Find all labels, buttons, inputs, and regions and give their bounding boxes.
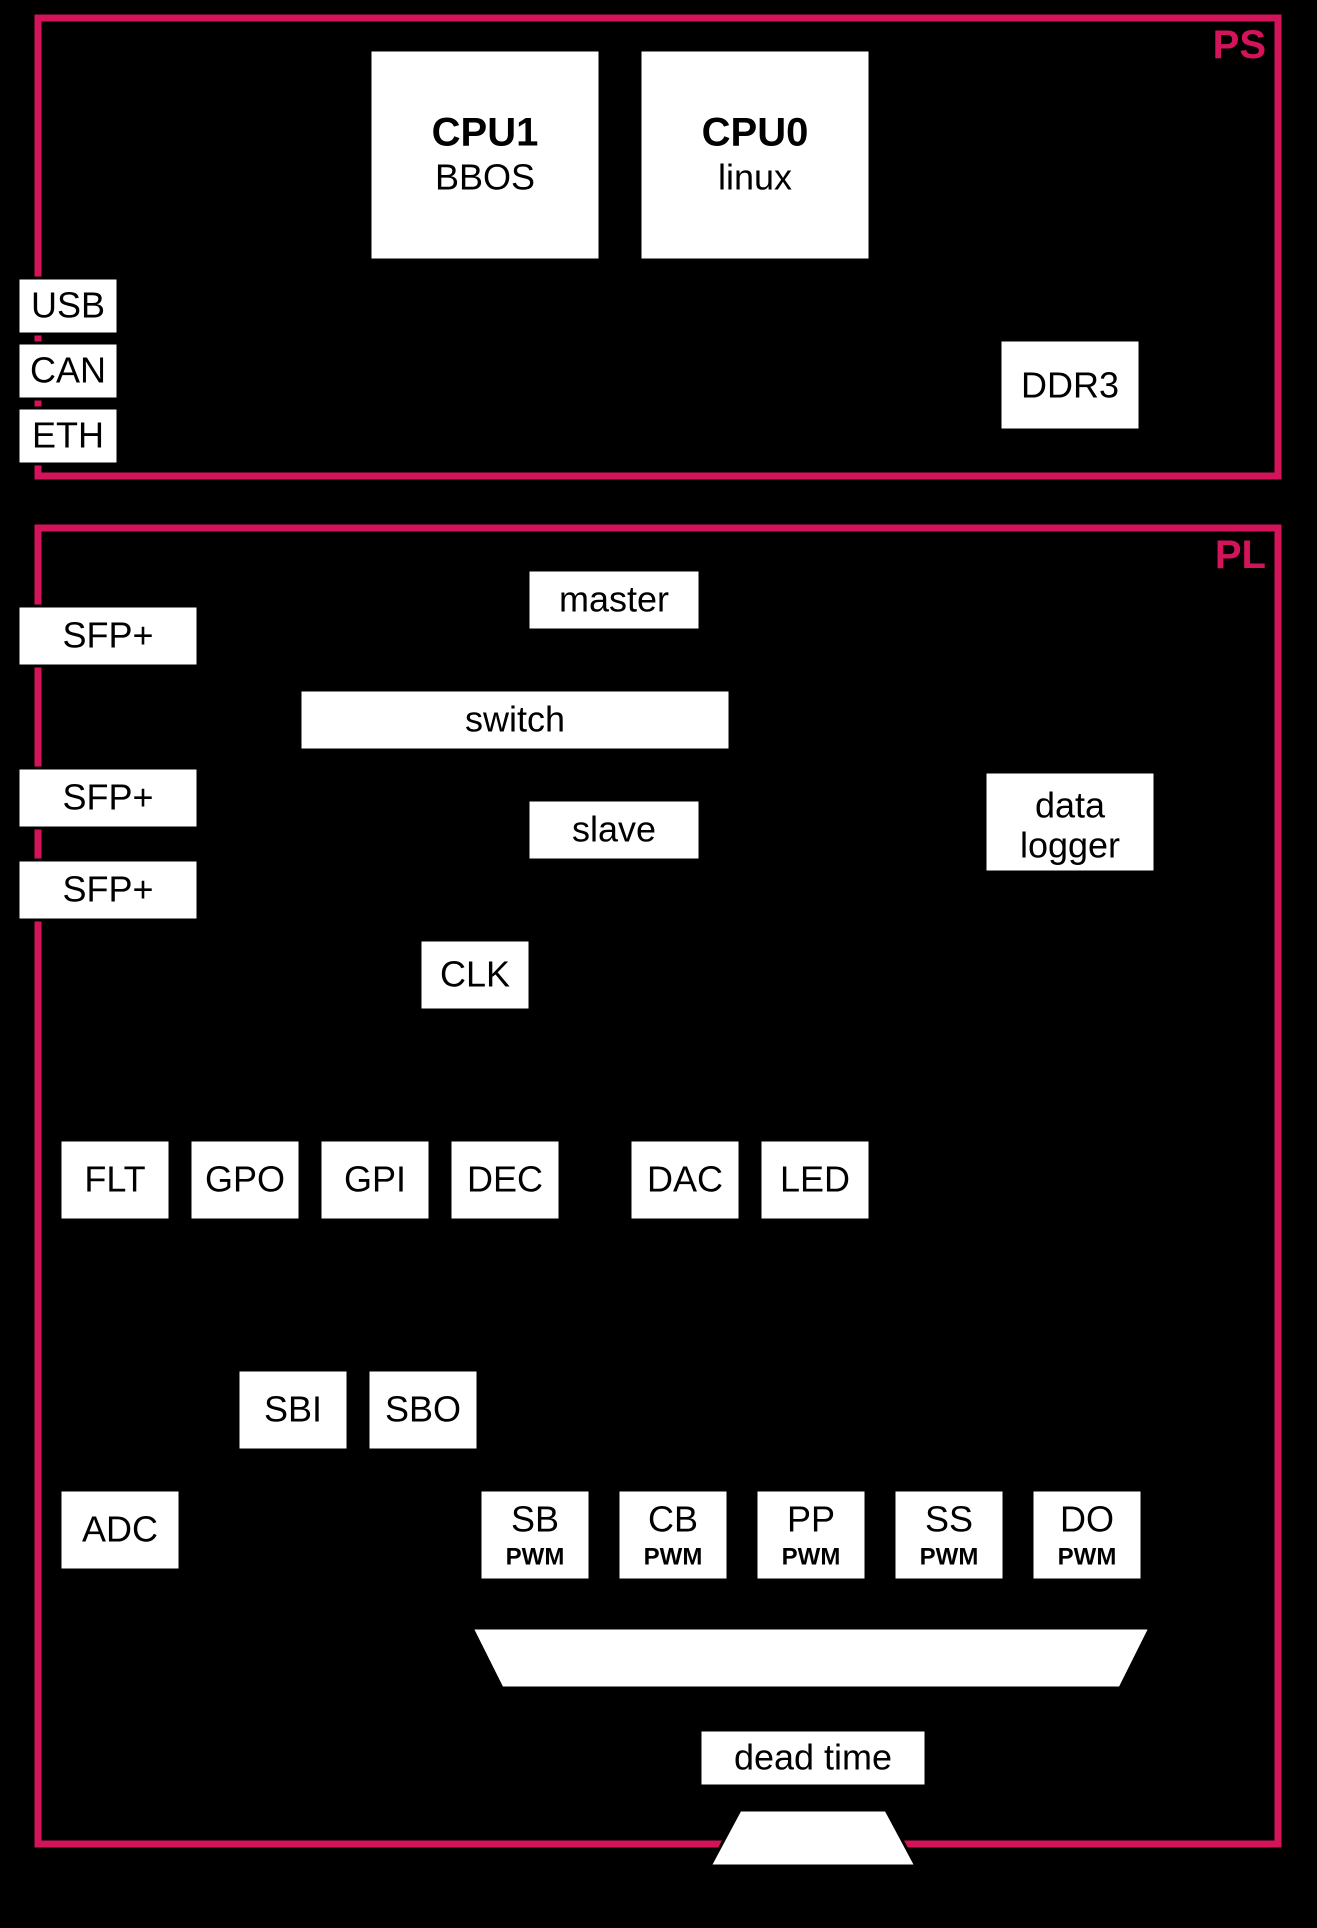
pp-pwm-block: PP PWM bbox=[756, 1490, 866, 1580]
switch-block: switch bbox=[300, 690, 730, 750]
ps-label: PS bbox=[1213, 23, 1266, 67]
do-pwm-b: PWM bbox=[1058, 1543, 1117, 1570]
eth-label: ETH bbox=[32, 415, 104, 456]
gpo-block: GPO bbox=[190, 1140, 300, 1220]
sfp2-label: SFP+ bbox=[62, 777, 153, 818]
sbi-label: SBI bbox=[264, 1389, 322, 1430]
diagram-canvas: PS CPU1 BBOS CPU0 linux USB CAN ETH DDR3… bbox=[0, 0, 1317, 1928]
cpu1-os: BBOS bbox=[435, 157, 535, 198]
led-block: LED bbox=[760, 1140, 870, 1220]
dead-time-block: dead time bbox=[700, 1730, 926, 1786]
sb-pwm-block: SB PWM bbox=[480, 1490, 590, 1580]
data-logger-l1: data bbox=[1035, 785, 1106, 826]
dac-block: DAC bbox=[630, 1140, 740, 1220]
do-pwm-t: DO bbox=[1060, 1499, 1114, 1540]
sb-pwm-t: SB bbox=[511, 1499, 559, 1540]
dec-label: DEC bbox=[467, 1159, 543, 1200]
pwm-mux bbox=[472, 1628, 1150, 1688]
pp-pwm-t: PP bbox=[787, 1499, 835, 1540]
cb-pwm-block: CB PWM bbox=[618, 1490, 728, 1580]
gap-dashes bbox=[497, 490, 1111, 512]
cpu0-block: CPU0 linux bbox=[640, 50, 870, 260]
adc-label: ADC bbox=[82, 1509, 158, 1550]
dec-block: DEC bbox=[450, 1140, 560, 1220]
ss-pwm-block: SS PWM bbox=[894, 1490, 1004, 1580]
usb-block: USB bbox=[18, 278, 118, 334]
master-label: master bbox=[559, 579, 669, 620]
usb-label: USB bbox=[31, 285, 105, 326]
cb-pwm-b: PWM bbox=[644, 1543, 703, 1570]
sb-pwm-b: PWM bbox=[506, 1543, 565, 1570]
slave-block: slave bbox=[528, 800, 700, 860]
adc-block: ADC bbox=[60, 1490, 180, 1570]
gpo-label: GPO bbox=[205, 1159, 285, 1200]
dead-time-label: dead time bbox=[734, 1737, 892, 1778]
data-logger-block: data logger bbox=[985, 772, 1155, 872]
clk-block: CLK bbox=[420, 940, 530, 1010]
flt-label: FLT bbox=[84, 1159, 145, 1200]
sbi-block: SBI bbox=[238, 1370, 348, 1450]
cpu1-title: CPU1 bbox=[432, 111, 539, 155]
flt-block: FLT bbox=[60, 1140, 170, 1220]
sfp3-block: SFP+ bbox=[18, 860, 198, 920]
ss-pwm-t: SS bbox=[925, 1499, 973, 1540]
sfp3-label: SFP+ bbox=[62, 869, 153, 910]
gpi-label: GPI bbox=[344, 1159, 406, 1200]
sfp1-label: SFP+ bbox=[62, 615, 153, 656]
sbo-label: SBO bbox=[385, 1389, 461, 1430]
cpu0-os: linux bbox=[718, 157, 792, 198]
cpu0-title: CPU0 bbox=[702, 111, 809, 155]
ddr3-label: DDR3 bbox=[1021, 365, 1119, 406]
data-logger-l2: logger bbox=[1020, 825, 1120, 866]
cb-pwm-t: CB bbox=[648, 1499, 698, 1540]
sfp2-block: SFP+ bbox=[18, 768, 198, 828]
switch-label: switch bbox=[465, 699, 565, 740]
do-pwm-block: DO PWM bbox=[1032, 1490, 1142, 1580]
master-block: master bbox=[528, 570, 700, 630]
cpu1-block: CPU1 BBOS bbox=[370, 50, 600, 260]
slave-label: slave bbox=[572, 809, 656, 850]
can-label: CAN bbox=[30, 350, 106, 391]
clk-label: CLK bbox=[440, 954, 510, 995]
pp-pwm-b: PWM bbox=[782, 1543, 841, 1570]
output-mux bbox=[710, 1810, 916, 1866]
sbo-block: SBO bbox=[368, 1370, 478, 1450]
led-label: LED bbox=[780, 1159, 850, 1200]
gpi-block: GPI bbox=[320, 1140, 430, 1220]
ddr3-block: DDR3 bbox=[1000, 340, 1140, 430]
dac-label: DAC bbox=[647, 1159, 723, 1200]
pl-label: PL bbox=[1215, 533, 1266, 577]
sfp1-block: SFP+ bbox=[18, 606, 198, 666]
can-block: CAN bbox=[18, 343, 118, 399]
eth-block: ETH bbox=[18, 408, 118, 464]
ss-pwm-b: PWM bbox=[920, 1543, 979, 1570]
